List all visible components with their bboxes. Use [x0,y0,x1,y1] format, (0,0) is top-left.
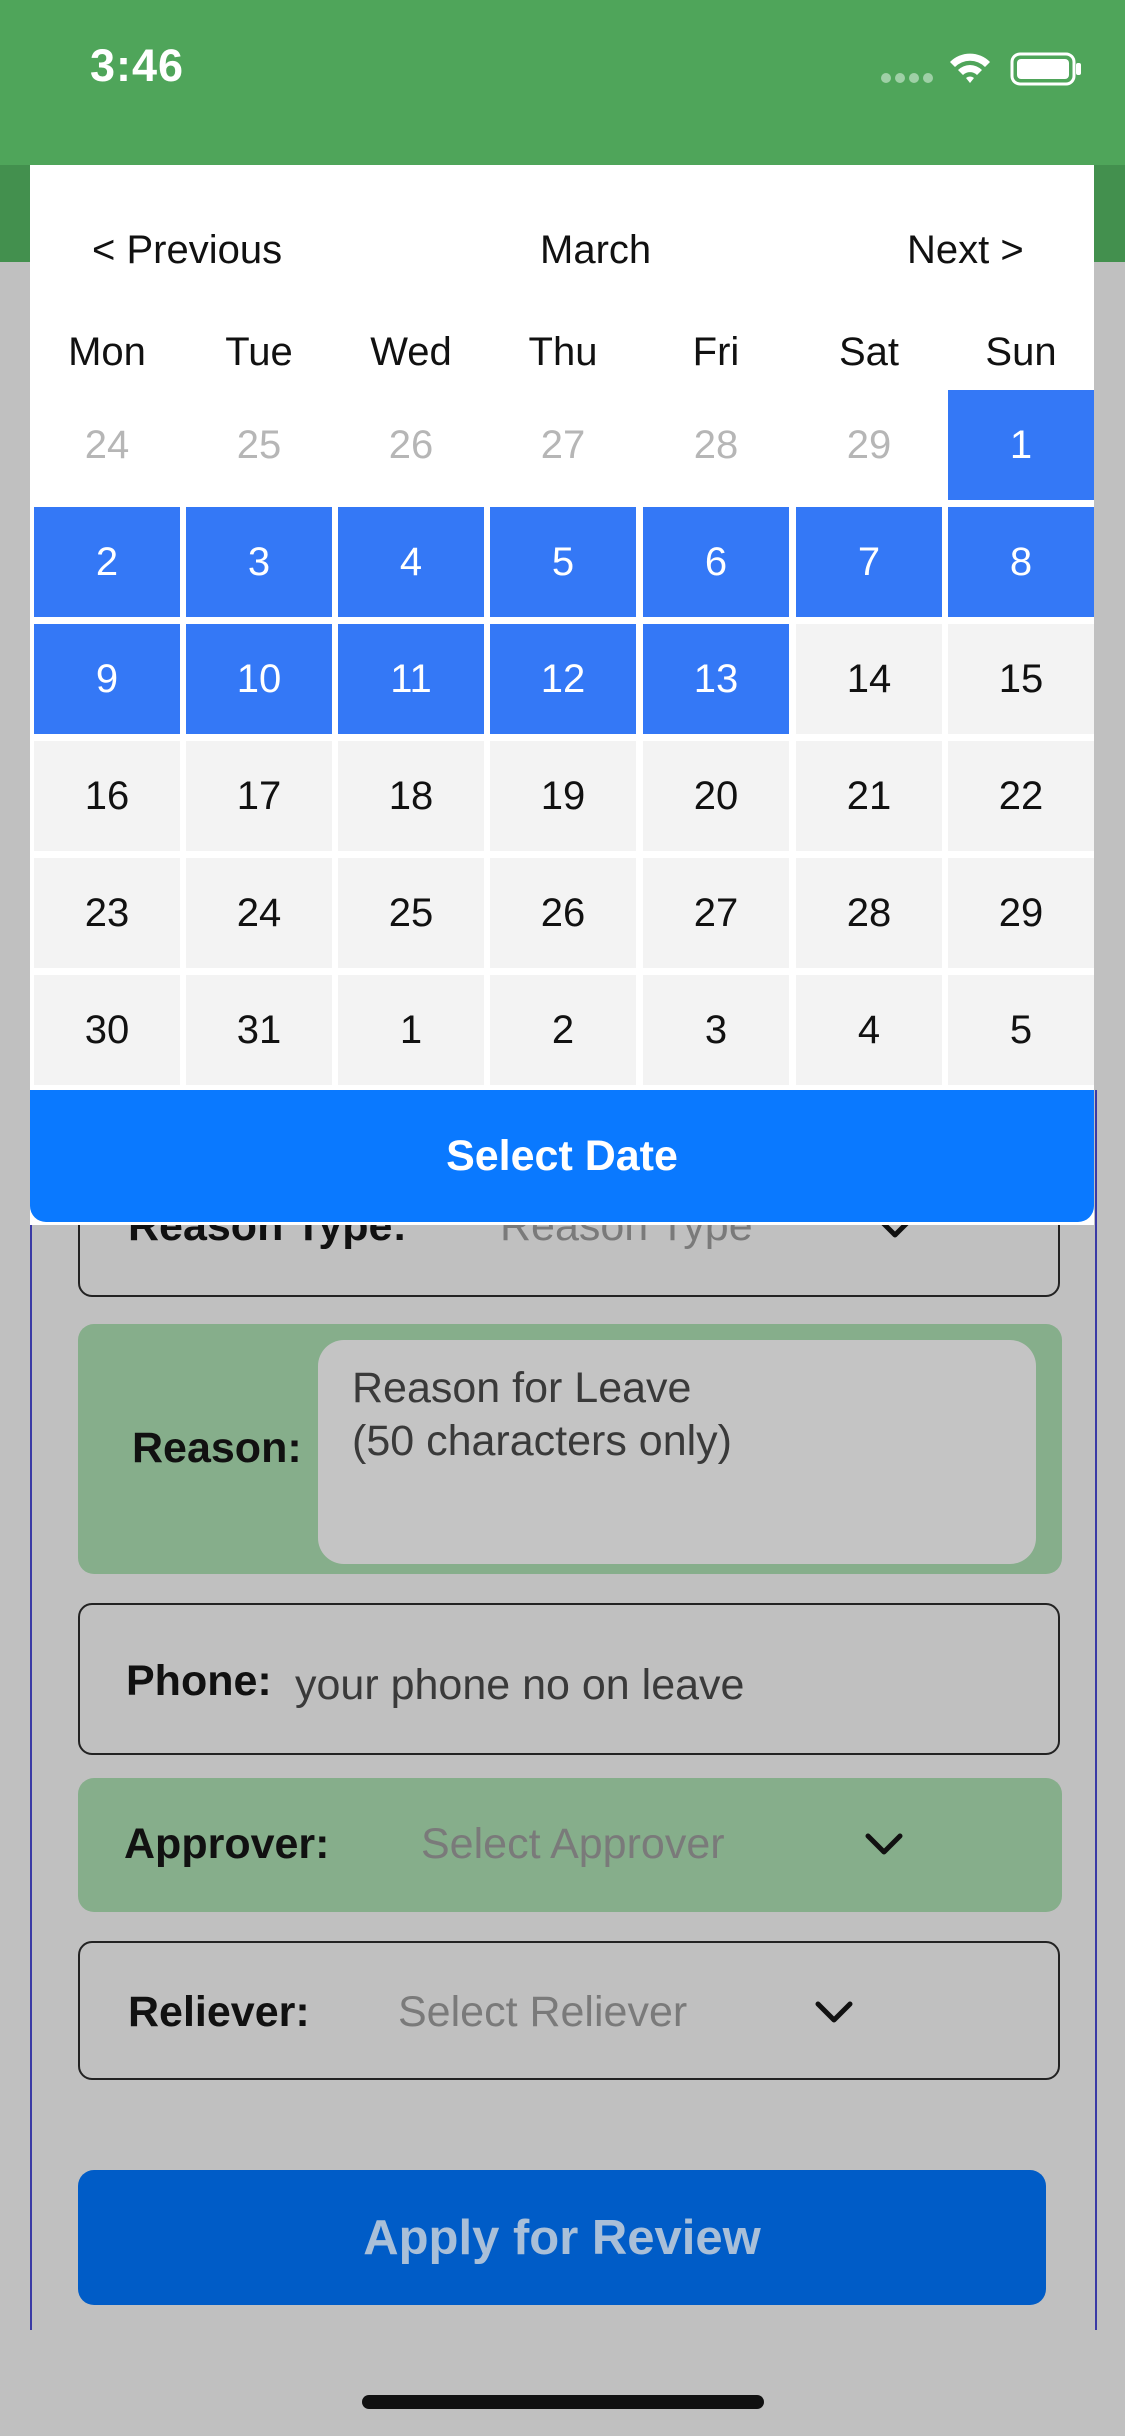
calendar-day[interactable]: 2 [490,975,636,1085]
calendar-day[interactable]: 26 [338,390,484,500]
phone-field: Phone: your phone no on leave [78,1603,1060,1755]
calendar-day[interactable]: 1 [948,390,1094,500]
calendar-day[interactable]: 29 [796,390,942,500]
calendar-day[interactable]: 11 [338,624,484,734]
calendar-day[interactable]: 8 [948,507,1094,617]
calendar-day[interactable]: 20 [643,741,789,851]
calendar-day[interactable]: 18 [338,741,484,851]
calendar-day[interactable]: 29 [948,858,1094,968]
weekday-thu: Thu [528,330,598,374]
calendar-day[interactable]: 27 [643,858,789,968]
calendar-day[interactable]: 3 [643,975,789,1085]
calendar-day[interactable]: 2 [34,507,180,617]
chevron-down-icon [865,1833,903,1855]
calendar-day[interactable]: 9 [34,624,180,734]
phone-input[interactable]: your phone no on leave [295,1661,744,1710]
reliever-select[interactable]: Select Reliever [398,1988,687,2037]
approver-select[interactable]: Select Approver [421,1820,725,1869]
calendar-day[interactable]: 27 [490,390,636,500]
calendar-day[interactable]: 19 [490,741,636,851]
calendar-day[interactable]: 17 [186,741,332,851]
next-month-button[interactable]: Next > [907,228,1024,273]
home-indicator[interactable] [362,2395,764,2409]
weekday-wed: Wed [370,330,452,374]
reason-placeholder-line2: (50 characters only) [352,1417,732,1465]
calendar-day[interactable]: 6 [643,507,789,617]
calendar-day[interactable]: 26 [490,858,636,968]
calendar-day[interactable]: 15 [948,624,1094,734]
battery-icon [1010,52,1081,86]
calendar-day[interactable]: 14 [796,624,942,734]
calendar-day[interactable]: 1 [338,975,484,1085]
calendar-day[interactable]: 7 [796,507,942,617]
cellular-signal-icon [881,73,933,83]
calendar-day[interactable]: 12 [490,624,636,734]
approver-field[interactable]: Approver: Select Approver [78,1778,1062,1912]
calendar-day[interactable]: 25 [338,858,484,968]
weekday-mon: Mon [68,330,146,374]
calendar-day[interactable]: 3 [186,507,332,617]
calendar-day[interactable]: 22 [948,741,1094,851]
calendar-day[interactable]: 10 [186,624,332,734]
reason-label: Reason: [132,1424,302,1472]
reason-placeholder-line1: Reason for Leave [352,1364,692,1412]
month-title: March [540,228,652,272]
reliever-field[interactable]: Reliever: Select Reliever [78,1941,1060,2080]
calendar-day[interactable]: 13 [643,624,789,734]
weekday-fri: Fri [692,330,740,374]
calendar-day[interactable]: 28 [643,390,789,500]
calendar-day[interactable]: 23 [34,858,180,968]
reason-input[interactable]: Reason for Leave (50 characters only) [318,1340,1036,1564]
status-time: 3:46 [90,40,185,91]
reliever-label: Reliever: [128,1988,310,2036]
weekday-sat: Sat [838,330,900,374]
calendar-day[interactable]: 5 [948,975,1094,1085]
apply-for-review-button[interactable]: Apply for Review [78,2170,1046,2305]
calendar-day[interactable]: 4 [796,975,942,1085]
calendar-day[interactable]: 21 [796,741,942,851]
calendar-day[interactable]: 30 [34,975,180,1085]
weekday-sun: Sun [985,330,1057,374]
weekday-tue: Tue [225,330,293,374]
previous-month-button[interactable]: < Previous [92,228,282,273]
wifi-icon [950,53,990,83]
calendar-day[interactable]: 24 [34,390,180,500]
calendar-day[interactable]: 25 [186,390,332,500]
approver-label: Approver: [124,1820,330,1868]
calendar-day[interactable]: 5 [490,507,636,617]
calendar-day[interactable]: 16 [34,741,180,851]
phone-label: Phone: [126,1657,272,1705]
calendar-day[interactable]: 4 [338,507,484,617]
calendar-day[interactable]: 31 [186,975,332,1085]
chevron-down-icon [815,2001,853,2023]
select-date-button[interactable]: Select Date [30,1090,1094,1222]
calendar-day[interactable]: 24 [186,858,332,968]
calendar-day[interactable]: 28 [796,858,942,968]
